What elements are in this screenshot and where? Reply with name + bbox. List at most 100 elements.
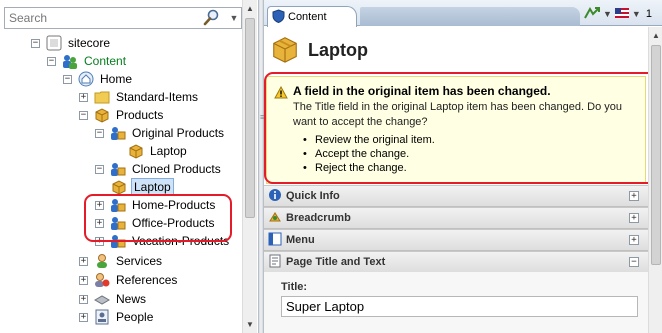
tree-node-label: Office-Products <box>132 216 215 230</box>
warning-title: A field in the original item has been ch… <box>293 84 551 98</box>
collapse-icon[interactable]: − <box>95 164 104 174</box>
expand-icon[interactable]: + <box>95 218 104 228</box>
people-icon <box>94 309 110 325</box>
language-dropdown-icon[interactable]: ▼ <box>632 9 641 19</box>
tree-node-label: People <box>116 310 154 324</box>
tree-node-label: Original Products <box>132 126 225 140</box>
expand-icon[interactable]: + <box>95 200 104 210</box>
section-label: Menu <box>286 234 315 246</box>
item-header: Laptop <box>264 27 648 73</box>
expand-icon[interactable]: + <box>79 92 88 102</box>
news-icon <box>93 291 111 307</box>
section-page-title-and-text[interactable]: Page Title and Text − <box>264 251 648 273</box>
item-title: Laptop <box>308 39 368 60</box>
scroll-up-icon[interactable]: ▲ <box>243 2 257 16</box>
menu-icon <box>268 232 282 249</box>
search-input[interactable] <box>5 8 195 28</box>
reject-change-link[interactable]: Reject the change. <box>303 161 435 175</box>
expand-icon[interactable]: + <box>79 275 88 285</box>
warning-icon <box>274 85 288 99</box>
section-quick-info[interactable]: Quick Info + <box>264 185 648 207</box>
tree-node-label: Vacation-Products <box>132 234 230 248</box>
collapse-icon[interactable]: − <box>63 74 72 84</box>
home-icon <box>78 71 94 87</box>
tree-node-label: Services <box>116 254 163 268</box>
expand-icon[interactable]: + <box>629 191 639 201</box>
expand-icon[interactable]: + <box>79 294 88 304</box>
tree-node-home[interactable]: − Home <box>63 70 134 88</box>
accept-change-link[interactable]: Accept the change. <box>303 147 435 161</box>
tree-node-label: Standard-Items <box>116 90 199 104</box>
products-icon <box>110 233 126 249</box>
expand-icon[interactable]: + <box>95 236 104 246</box>
tree-node-office-products[interactable]: + Office-Products <box>95 214 216 232</box>
search-icon[interactable] <box>201 9 223 27</box>
content-editor-pane: Content ▼ ▼ 1 Laptop A field in the orig… <box>264 0 662 333</box>
editor-tabstrip: Content ▼ ▼ 1 <box>264 0 662 27</box>
title-field-label: Title: <box>281 281 308 293</box>
version-number[interactable]: 1 <box>646 8 652 20</box>
products-icon <box>110 197 126 213</box>
tree-scrollbar[interactable]: ▲ ▼ <box>242 0 257 333</box>
tree-node-standard-items[interactable]: + Standard-Items <box>79 88 200 106</box>
section-menu[interactable]: Menu + <box>264 229 648 251</box>
navigate-icon[interactable] <box>584 6 600 22</box>
tree-node-sitecore[interactable]: − sitecore <box>31 34 112 52</box>
content-tree: − sitecore − Content − Home + Standard-I… <box>0 32 242 333</box>
search-options-dropdown[interactable]: ▼ <box>227 9 241 27</box>
scroll-up-icon[interactable]: ▲ <box>649 29 662 43</box>
package-icon <box>94 107 110 123</box>
expand-icon[interactable]: + <box>79 256 88 266</box>
content-editor-window: ▼ − sitecore − Content − <box>0 0 662 333</box>
tab-tools: ▼ ▼ 1 <box>584 4 652 24</box>
tree-node-vacation-products[interactable]: + Vacation-Products <box>95 232 231 250</box>
tree-node-label: Laptop <box>150 144 187 158</box>
collapse-icon[interactable]: − <box>79 110 88 120</box>
collapse-icon[interactable]: − <box>47 56 56 66</box>
section-breadcrumb[interactable]: Breadcrumb + <box>264 207 648 229</box>
expand-icon[interactable]: + <box>629 235 639 245</box>
tab-label: Content <box>288 11 327 23</box>
products-icon <box>110 125 126 141</box>
section-label: Breadcrumb <box>286 212 351 224</box>
navigate-dropdown-icon[interactable]: ▼ <box>603 9 612 19</box>
warning-actions: Review the original item. Accept the cha… <box>303 133 435 175</box>
collapse-icon[interactable]: − <box>31 38 40 48</box>
collapse-icon[interactable]: − <box>629 257 639 267</box>
editor-scrollbar[interactable]: ▲ <box>648 27 662 333</box>
collapse-icon[interactable]: − <box>95 128 104 138</box>
tree-node-label: Laptop <box>131 178 174 196</box>
tree-node-label: Cloned Products <box>132 162 221 176</box>
tree-node-label: sitecore <box>68 36 111 50</box>
review-original-link[interactable]: Review the original item. <box>303 133 435 147</box>
tree-node-home-products[interactable]: + Home-Products <box>95 196 217 214</box>
content-icon <box>62 53 78 69</box>
tree-node-laptop-original[interactable]: Laptop <box>128 142 189 160</box>
tree-node-products[interactable]: − Products <box>79 106 165 124</box>
tree-node-original-products[interactable]: − Original Products <box>95 124 226 142</box>
breadcrumb-icon <box>268 210 282 227</box>
title-field-input[interactable] <box>281 296 638 317</box>
tree-node-references[interactable]: + References <box>79 271 179 289</box>
language-flag-icon[interactable] <box>614 8 629 20</box>
tree-node-label: Products <box>116 108 164 122</box>
tree-node-cloned-products[interactable]: − Cloned Products <box>95 160 223 178</box>
products-icon <box>110 161 126 177</box>
scroll-thumb[interactable] <box>651 45 661 265</box>
package-icon <box>111 179 127 195</box>
page-icon <box>268 254 282 271</box>
folder-icon <box>94 89 110 105</box>
tree-node-news[interactable]: + News <box>79 290 148 308</box>
tree-node-services[interactable]: + Services <box>79 252 164 270</box>
expand-icon[interactable]: + <box>629 213 639 223</box>
package-icon <box>128 143 144 159</box>
scroll-thumb[interactable] <box>245 18 255 218</box>
section-label: Quick Info <box>286 190 340 202</box>
tree-node-people[interactable]: + People <box>79 308 155 326</box>
tree-node-laptop-cloned[interactable]: Laptop <box>111 178 174 196</box>
tab-content[interactable]: Content <box>267 6 357 27</box>
scroll-down-icon[interactable]: ▼ <box>243 318 257 332</box>
tree-node-content[interactable]: − Content <box>47 52 128 70</box>
expand-icon[interactable]: + <box>79 312 88 322</box>
clone-change-warning: A field in the original item has been ch… <box>264 72 662 184</box>
